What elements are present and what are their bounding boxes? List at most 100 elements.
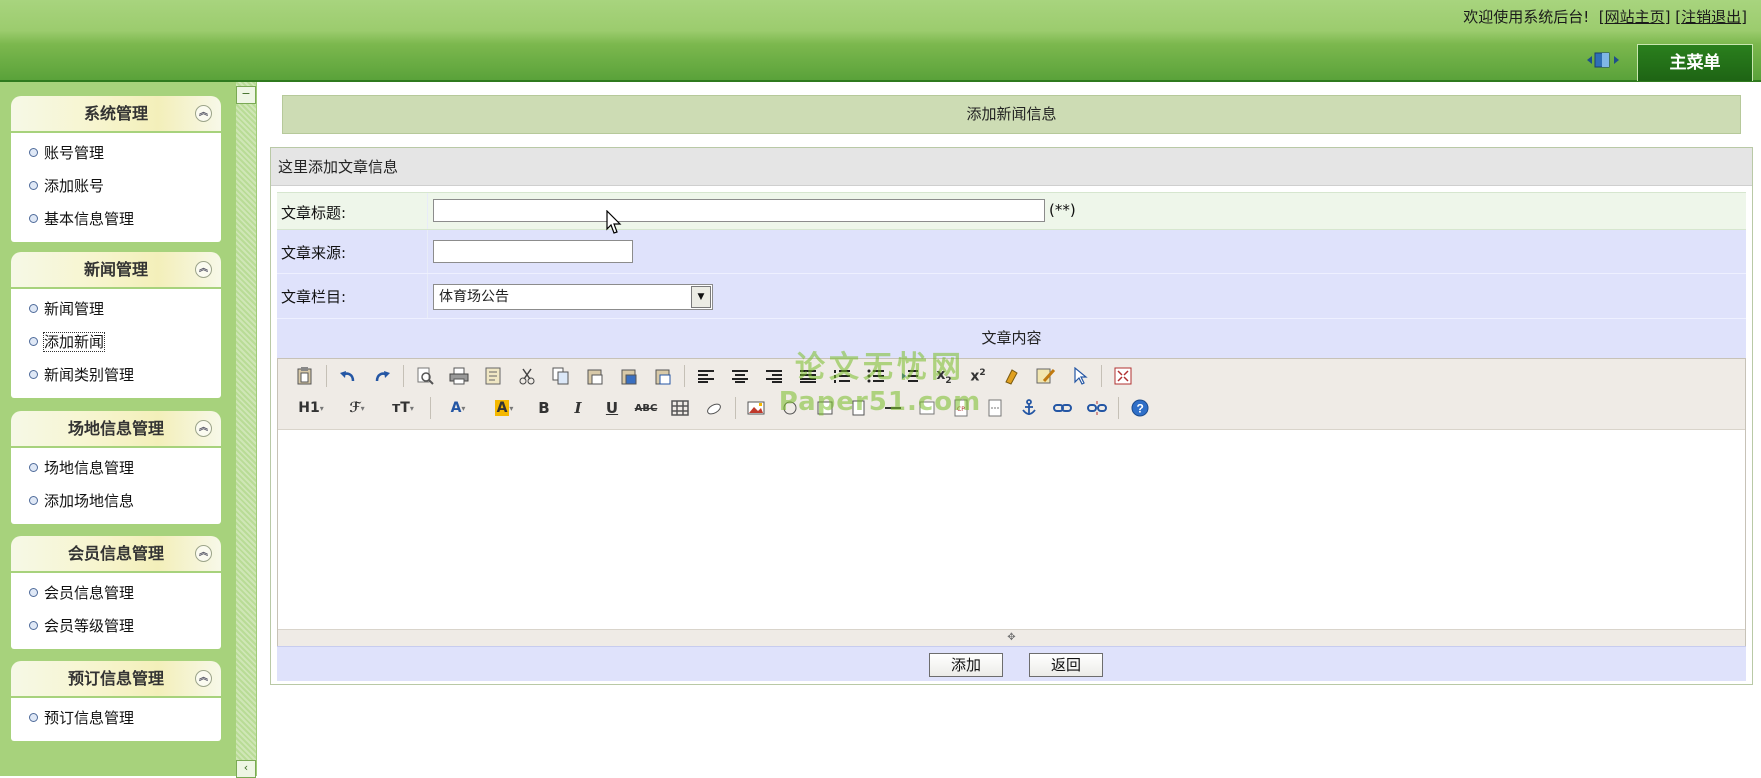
panel-header: 这里添加文章信息 bbox=[271, 148, 1752, 186]
heading-label: H1 bbox=[298, 400, 320, 416]
sidebar-item-news-category[interactable]: 新闻类别管理 bbox=[11, 359, 221, 392]
group-title: 系统管理 bbox=[83, 104, 148, 123]
sidebar-item-account-manage[interactable]: 账号管理 bbox=[11, 137, 221, 170]
align-left-icon[interactable] bbox=[691, 363, 721, 389]
menu-group-body: 新闻管理 添加新闻 新闻类别管理 bbox=[11, 289, 221, 398]
text-color-dropdown[interactable]: A ▾ bbox=[437, 395, 479, 421]
sidebar-item-news-manage[interactable]: 新闻管理 bbox=[11, 293, 221, 326]
editor-content-area[interactable] bbox=[278, 430, 1745, 625]
sidebar-splitter[interactable] bbox=[236, 82, 257, 776]
undo-icon[interactable] bbox=[333, 363, 363, 389]
sidebar-item-venue-manage[interactable]: 场地信息管理 bbox=[11, 452, 221, 485]
align-justify-icon[interactable] bbox=[793, 363, 823, 389]
insert-code-icon[interactable] bbox=[980, 395, 1010, 421]
clear-format-icon[interactable] bbox=[997, 363, 1027, 389]
sidebar-item-add-account[interactable]: 添加账号 bbox=[11, 170, 221, 203]
sidebar-item-basic-info[interactable]: 基本信息管理 bbox=[11, 203, 221, 236]
bullet-icon bbox=[29, 463, 38, 472]
unordered-list-icon[interactable] bbox=[861, 363, 891, 389]
sidebar-item-add-news[interactable]: 添加新闻 bbox=[11, 326, 221, 359]
splitter-expand-icon[interactable]: ‹ bbox=[236, 760, 256, 778]
paste-icon[interactable] bbox=[290, 363, 320, 389]
bullet-icon bbox=[29, 181, 38, 190]
collapse-icon[interactable]: ︽ bbox=[195, 670, 212, 687]
insert-emoticon-icon[interactable] bbox=[912, 395, 942, 421]
template-icon[interactable] bbox=[478, 363, 508, 389]
form-panel: 这里添加文章信息 文章标题: (**) 文章来源: 文章栏目: 体育场公告 ▼ … bbox=[270, 147, 1753, 685]
welcome-text: 欢迎使用系统后台! bbox=[1463, 8, 1590, 26]
highlight-dropdown[interactable]: A ▾ bbox=[483, 395, 525, 421]
bold-button[interactable]: B bbox=[529, 395, 559, 421]
table-icon[interactable] bbox=[665, 395, 695, 421]
collapse-icon[interactable]: ︽ bbox=[195, 545, 212, 562]
fullscreen-icon[interactable] bbox=[1108, 363, 1138, 389]
underline-button[interactable]: U bbox=[597, 395, 627, 421]
menu-group-body: 会员信息管理 会员等级管理 bbox=[11, 573, 221, 649]
copy-icon[interactable] bbox=[546, 363, 576, 389]
cut-icon[interactable] bbox=[512, 363, 542, 389]
heading-dropdown[interactable]: H1 ▾ bbox=[290, 395, 332, 421]
paste-html-icon[interactable] bbox=[648, 363, 678, 389]
menu-group-header[interactable]: 会员信息管理 ︽ bbox=[11, 536, 221, 571]
insert-image-icon[interactable] bbox=[742, 395, 772, 421]
preview-icon[interactable] bbox=[410, 363, 440, 389]
font-size-dropdown[interactable]: тT ▾ bbox=[382, 395, 424, 421]
logout-link[interactable]: 注销退出 bbox=[1681, 8, 1741, 26]
menu-group-body: 场地信息管理 添加场地信息 bbox=[11, 448, 221, 524]
home-link[interactable]: 网站主页 bbox=[1605, 8, 1665, 26]
category-selected-value: 体育场公告 bbox=[439, 289, 509, 305]
print-icon[interactable] bbox=[444, 363, 474, 389]
strikethrough-button[interactable]: ABC bbox=[631, 395, 661, 421]
panel-toggle-icon[interactable] bbox=[1585, 50, 1621, 70]
title-input[interactable] bbox=[433, 199, 1045, 222]
ordered-list-icon[interactable] bbox=[827, 363, 857, 389]
font-family-dropdown[interactable]: ℱ ▾ bbox=[336, 395, 378, 421]
tab-main-menu[interactable]: 主菜单 bbox=[1637, 44, 1753, 81]
insert-flash-icon[interactable] bbox=[810, 395, 840, 421]
subscript-icon[interactable]: x2 bbox=[929, 363, 959, 389]
sidebar-item-member-manage[interactable]: 会员信息管理 bbox=[11, 577, 221, 610]
menu-group-header[interactable]: 系统管理 ︽ bbox=[11, 96, 221, 131]
select-all-icon[interactable] bbox=[1065, 363, 1095, 389]
page-break-icon[interactable]: CP bbox=[946, 395, 976, 421]
eraser-icon[interactable] bbox=[699, 395, 729, 421]
insert-file-icon[interactable] bbox=[844, 395, 874, 421]
sidebar-item-booking-manage[interactable]: 预订信息管理 bbox=[11, 702, 221, 735]
anchor-icon[interactable] bbox=[1014, 395, 1044, 421]
indent-icon[interactable] bbox=[895, 363, 925, 389]
insert-media-icon[interactable] bbox=[776, 395, 806, 421]
editor-toolbar: x2 x2 H1 ▾ ℱ ▾ тT ▾ A ▾ A ▾ B I U ABC CP… bbox=[278, 359, 1745, 430]
font-size-label: тT bbox=[392, 400, 410, 416]
superscript-icon[interactable]: x2 bbox=[963, 363, 993, 389]
collapse-icon[interactable]: ︽ bbox=[195, 420, 212, 437]
splitter-collapse-icon[interactable]: − bbox=[236, 86, 256, 104]
align-right-icon[interactable] bbox=[759, 363, 789, 389]
spellcheck-icon[interactable] bbox=[1031, 363, 1061, 389]
category-select[interactable]: 体育场公告 ▼ bbox=[433, 284, 713, 310]
redo-icon[interactable] bbox=[367, 363, 397, 389]
source-input[interactable] bbox=[433, 240, 633, 263]
collapse-icon[interactable]: ︽ bbox=[195, 261, 212, 278]
menu-group-member: 会员信息管理 ︽ 会员信息管理 会员等级管理 bbox=[11, 536, 221, 649]
rich-text-editor: x2 x2 H1 ▾ ℱ ▾ тT ▾ A ▾ A ▾ B I U ABC CP… bbox=[277, 358, 1746, 647]
horizontal-rule-icon[interactable] bbox=[878, 395, 908, 421]
menu-group-header[interactable]: 新闻管理 ︽ bbox=[11, 252, 221, 287]
align-center-icon[interactable] bbox=[725, 363, 755, 389]
sidebar-item-add-venue[interactable]: 添加场地信息 bbox=[11, 485, 221, 518]
link-icon[interactable] bbox=[1048, 395, 1078, 421]
collapse-icon[interactable]: ︽ bbox=[195, 105, 212, 122]
paste-word-icon[interactable] bbox=[614, 363, 644, 389]
italic-button[interactable]: I bbox=[563, 395, 593, 421]
dropdown-arrow-icon[interactable]: ▼ bbox=[691, 286, 711, 308]
sidebar-item-member-level[interactable]: 会员等级管理 bbox=[11, 610, 221, 643]
unlink-icon[interactable] bbox=[1082, 395, 1112, 421]
menu-group-header[interactable]: 场地信息管理 ︽ bbox=[11, 411, 221, 446]
paste-text-icon[interactable] bbox=[580, 363, 610, 389]
editor-resize-handle[interactable]: ✥ bbox=[278, 629, 1745, 646]
toolbar-row-2: H1 ▾ ℱ ▾ тT ▾ A ▾ A ▾ B I U ABC CP ? bbox=[290, 394, 1159, 422]
bullet-icon bbox=[29, 370, 38, 379]
help-icon[interactable]: ? bbox=[1125, 395, 1155, 421]
back-button[interactable]: 返回 bbox=[1029, 653, 1103, 677]
menu-group-header[interactable]: 预订信息管理 ︽ bbox=[11, 661, 221, 696]
add-button[interactable]: 添加 bbox=[929, 653, 1003, 677]
